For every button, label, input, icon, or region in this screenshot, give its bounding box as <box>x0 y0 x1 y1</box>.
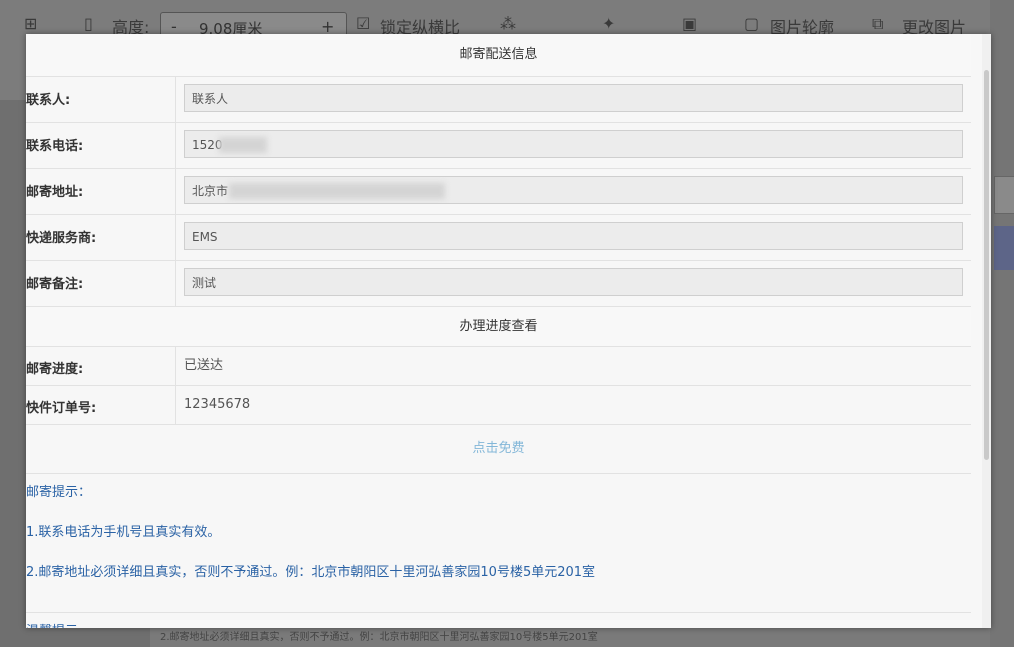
address-row: 邮寄地址: 北京市 <box>26 169 971 215</box>
background-side-panel <box>990 0 1014 647</box>
magic-icon: ✦ <box>602 14 616 33</box>
click-free-button[interactable]: 点击免费 <box>26 425 971 474</box>
change-image-icon: ⧉ <box>872 14 884 33</box>
remark-row: 邮寄备注: 测试 <box>26 261 971 307</box>
remark-label: 邮寄备注: <box>26 261 176 306</box>
mail-progress-value: 已送达 <box>184 358 224 373</box>
phone-input[interactable]: 1520 <box>184 130 963 158</box>
tip-item: 2.邮寄地址必须详细且真实，否则不予通过。例：北京市朝阳区十里河弘善家园10号楼… <box>26 565 596 580</box>
tip-item: 1.联系电话为手机号且真实有效。 <box>26 525 221 540</box>
phone-label: 联系电话: <box>26 123 176 168</box>
address-label: 邮寄地址: <box>26 169 176 214</box>
image-outline-icon: ▢ <box>744 14 760 33</box>
height-icon: ▯ <box>84 14 93 33</box>
mail-progress-row: 邮寄进度: 已送达 <box>26 347 971 386</box>
dialog-scrollbar[interactable] <box>982 34 991 628</box>
contact-row: 联系人: 联系人 <box>26 77 971 123</box>
scrollbar-thumb[interactable] <box>984 70 989 460</box>
side-tab[interactable] <box>994 176 1014 214</box>
redacted-blur <box>229 183 445 199</box>
brightness-icon: ⁂ <box>500 14 516 33</box>
mail-info-dialog: 邮寄配送信息 联系人: 联系人 联系电话: 1520 邮寄地址: 北京市 快递服… <box>26 34 991 628</box>
tracking-number-row: 快件订单号: 12345678 <box>26 386 971 425</box>
next-section-title-cut: 温馨提示 <box>26 620 78 628</box>
side-tab-active[interactable] <box>994 226 1014 270</box>
remark-input[interactable]: 测试 <box>184 268 963 296</box>
address-input[interactable]: 北京市 <box>184 176 963 204</box>
lock-ratio-checkbox[interactable]: ☑ <box>356 14 370 33</box>
address-value: 北京市 <box>192 184 229 198</box>
redacted-blur <box>219 137 267 153</box>
contact-input[interactable]: 联系人 <box>184 84 963 112</box>
phone-row: 联系电话: 1520 <box>26 123 971 169</box>
mail-tips: 邮寄提示： 1.联系电话为手机号且真实有效。 2.邮寄地址必须详细且真实，否则不… <box>26 474 971 582</box>
mail-progress-label: 邮寄进度: <box>26 347 176 385</box>
frame-icon: ▣ <box>682 14 698 33</box>
courier-input[interactable]: EMS <box>184 222 963 250</box>
divider <box>26 612 971 613</box>
tips-title: 邮寄提示： <box>26 485 92 500</box>
courier-label: 快递服务商: <box>26 215 176 260</box>
background-document-text: 2.邮寄地址必须详细且真实，否则不予通过。例：北京市朝阳区十里河弘善家园10号楼… <box>150 628 990 647</box>
dialog-content: 邮寄配送信息 联系人: 联系人 联系电话: 1520 邮寄地址: 北京市 快递服… <box>26 34 971 628</box>
phone-value: 1520 <box>192 138 223 152</box>
mail-section-title: 邮寄配送信息 <box>26 34 971 77</box>
courier-row: 快递服务商: EMS <box>26 215 971 261</box>
table-icon: ⊞ <box>24 14 38 33</box>
progress-section-title: 办理进度查看 <box>26 307 971 347</box>
tracking-number-label: 快件订单号: <box>26 386 176 424</box>
tracking-number-value: 12345678 <box>184 397 251 412</box>
contact-label: 联系人: <box>26 77 176 122</box>
